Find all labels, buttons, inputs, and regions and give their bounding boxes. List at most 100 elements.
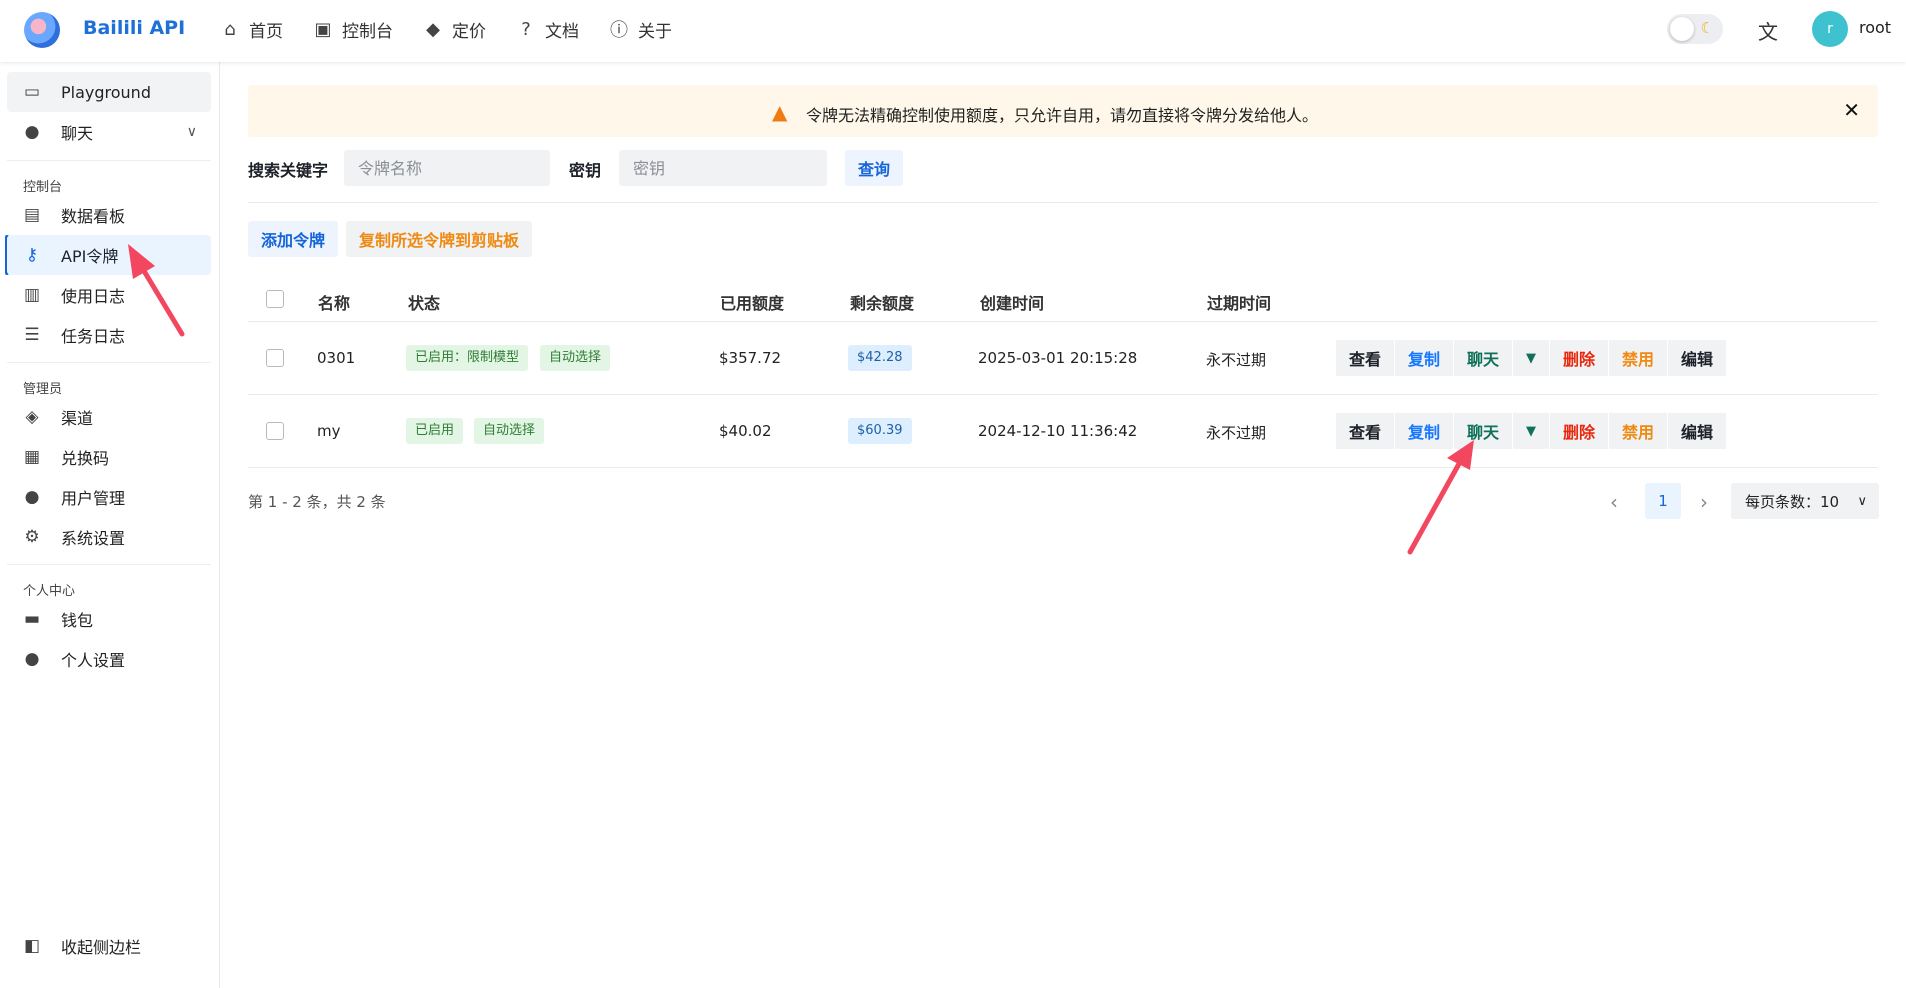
key-icon: ⚷: [25, 245, 39, 265]
sidebar-item-usage-log[interactable]: ▥ 使用日志: [7, 275, 211, 315]
divider: [248, 467, 1878, 468]
divider: [7, 564, 211, 565]
top-header: Bailili API ⌂ 首页 ▣ 控制台 ◆ 定价 ? 文档 ⓘ 关于 ☾ …: [0, 0, 1906, 62]
sidebar-item-task-log[interactable]: ☰ 任务日志: [7, 315, 211, 355]
column-header-used-quota: 已用额度: [720, 294, 785, 313]
search-key-label: 密钥: [569, 161, 602, 180]
divider: [248, 202, 1878, 203]
sidebar-item-channels[interactable]: ◈ 渠道: [7, 397, 211, 437]
edit-button[interactable]: 编辑: [1668, 340, 1726, 376]
sidebar-collapse-button[interactable]: ◧ 收起侧边栏: [7, 926, 211, 966]
token-name: my: [317, 422, 341, 440]
row-checkbox[interactable]: [266, 349, 284, 367]
sidebar-item-user-mgmt[interactable]: ● 用户管理: [7, 477, 211, 517]
divider: [7, 362, 211, 363]
nav-about[interactable]: ⓘ 关于: [609, 16, 672, 42]
moon-icon: ☾: [1700, 19, 1714, 37]
delete-button[interactable]: 删除: [1550, 413, 1608, 449]
sidebar-item-chat[interactable]: ● 聊天 ∨: [7, 112, 211, 152]
query-button[interactable]: 查询: [845, 150, 903, 186]
app-title[interactable]: Bailili API: [83, 17, 185, 39]
layers-icon: ◈: [25, 407, 39, 427]
avatar[interactable]: r: [1812, 11, 1848, 47]
sidebar-item-label: Playground: [61, 82, 151, 102]
chat-dropdown-button[interactable]: ▼: [1513, 413, 1549, 449]
column-header-expire-time: 过期时间: [1207, 294, 1272, 313]
chat-dropdown-button[interactable]: ▼: [1513, 340, 1549, 376]
disable-button[interactable]: 禁用: [1609, 340, 1667, 376]
delete-button[interactable]: 删除: [1550, 340, 1608, 376]
page-size-select[interactable]: 每页条数：10 ∨: [1731, 483, 1879, 519]
nav-home[interactable]: ⌂ 首页: [220, 16, 283, 42]
translate-icon[interactable]: 文: [1758, 16, 1778, 45]
user-icon: ●: [24, 487, 40, 507]
sidebar: ▭ Playground ● 聊天 ∨ 控制台 ▤ 数据看板 ⚷ API令牌 ▥…: [0, 62, 220, 988]
group-title-admin: 管理员: [23, 382, 63, 397]
column-header-name: 名称: [318, 294, 351, 313]
divider: [248, 394, 1878, 395]
sidebar-item-personal-settings[interactable]: ● 个人设置: [7, 639, 211, 679]
nav-pricing[interactable]: ◆ 定价: [423, 16, 486, 42]
nav-pricing-label: 定价: [452, 21, 486, 42]
select-all-checkbox[interactable]: [266, 290, 284, 308]
chevron-down-icon: ∨: [1857, 493, 1867, 509]
copy-button[interactable]: 复制: [1395, 340, 1453, 376]
column-header-status: 状态: [408, 294, 441, 313]
view-button[interactable]: 查看: [1336, 340, 1394, 376]
chevron-right-icon[interactable]: ›: [1700, 490, 1708, 514]
sidebar-item-label: 渠道: [61, 409, 94, 428]
sidebar-item-api-tokens[interactable]: ⚷ API令牌: [7, 235, 211, 275]
username[interactable]: root: [1859, 18, 1891, 37]
bar-chart-icon: ▥: [23, 285, 41, 305]
sidebar-item-system-settings[interactable]: ⚙ 系统设置: [7, 517, 211, 557]
search-keyword-label: 搜索关键字: [248, 161, 329, 180]
token-name-input[interactable]: [344, 150, 550, 186]
page-number-current[interactable]: 1: [1645, 483, 1681, 519]
wallet-icon: ▬: [23, 609, 41, 629]
divider: [248, 321, 1878, 322]
sidebar-item-redeem-codes[interactable]: ▦ 兑换码: [7, 437, 211, 477]
key-input[interactable]: [619, 150, 827, 186]
created-time: 2024-12-10 11:36:42: [978, 422, 1138, 440]
edit-button[interactable]: 编辑: [1668, 413, 1726, 449]
divider: [7, 160, 211, 161]
sidebar-item-label: API令牌: [61, 247, 119, 266]
info-icon: ⓘ: [610, 20, 628, 41]
user-icon: ●: [24, 649, 40, 669]
sidebar-item-playground[interactable]: ▭ Playground: [7, 72, 211, 112]
sidebar-item-wallet[interactable]: ▬ 钱包: [7, 599, 211, 639]
nav-docs-label: 文档: [545, 21, 579, 42]
chat-button[interactable]: 聊天: [1454, 340, 1512, 376]
caret-down-icon: ▼: [1526, 423, 1536, 439]
disable-button[interactable]: 禁用: [1609, 413, 1667, 449]
copy-selected-button[interactable]: 复制所选令牌到剪贴板: [346, 221, 532, 257]
expire-time: 永不过期: [1206, 424, 1267, 442]
nav-docs[interactable]: ? 文档: [516, 16, 579, 42]
nav-about-label: 关于: [638, 21, 672, 42]
group-title-personal: 个人中心: [23, 584, 76, 599]
list-icon: ☰: [24, 325, 40, 345]
warning-icon: ▲: [772, 100, 788, 124]
view-button[interactable]: 查看: [1336, 413, 1394, 449]
sidebar-item-label: 系统设置: [61, 529, 126, 548]
sidebar-item-dashboard[interactable]: ▤ 数据看板: [7, 195, 211, 235]
used-quota: $357.72: [719, 349, 782, 367]
status-badge: 已启用：限制模型: [406, 345, 529, 371]
close-icon[interactable]: ✕: [1843, 98, 1860, 122]
copy-button[interactable]: 复制: [1395, 413, 1453, 449]
app-logo[interactable]: [24, 12, 60, 48]
chat-button[interactable]: 聊天: [1454, 413, 1512, 449]
chevron-left-icon[interactable]: ‹: [1610, 490, 1618, 514]
sidebar-item-label: 数据看板: [61, 207, 126, 226]
group-badge: 自动选择: [474, 418, 545, 444]
column-header-created-time: 创建时间: [980, 294, 1045, 313]
warning-banner: ▲ 令牌无法精确控制使用额度，只允许自用，请勿直接将令牌分发给他人。 ✕: [248, 85, 1878, 137]
sidebar-item-label: 用户管理: [61, 489, 126, 508]
row-checkbox[interactable]: [266, 422, 284, 440]
expire-time: 永不过期: [1206, 351, 1267, 369]
caret-down-icon: ▼: [1526, 350, 1536, 366]
nav-console[interactable]: ▣ 控制台: [313, 16, 393, 42]
token-name: 0301: [317, 349, 356, 367]
add-token-button[interactable]: 添加令牌: [248, 221, 338, 257]
theme-toggle[interactable]: ☾: [1667, 14, 1723, 44]
